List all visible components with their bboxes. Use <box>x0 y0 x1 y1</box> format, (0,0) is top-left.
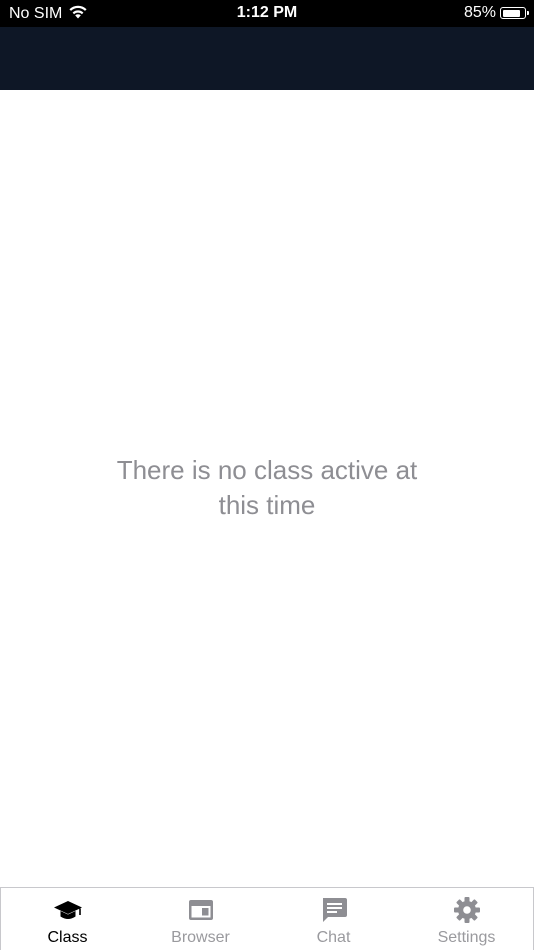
app-screen: No SIM 1:12 PM 85% There is no class act… <box>0 0 534 950</box>
tab-settings[interactable]: Settings <box>400 888 533 950</box>
tab-browser[interactable]: Browser <box>134 888 267 950</box>
graduation-cap-icon <box>53 895 83 925</box>
tab-bar: Class Browser Chat Settings <box>0 887 534 950</box>
status-time: 1:12 PM <box>236 4 298 21</box>
battery-cap <box>527 11 529 15</box>
empty-state-message: There is no class active at this time <box>116 455 418 520</box>
status-right: 85% <box>463 4 529 22</box>
chat-bubble-icon <box>319 895 349 925</box>
tab-settings-label: Settings <box>437 929 496 946</box>
tab-browser-label: Browser <box>171 929 230 946</box>
status-bar: No SIM 1:12 PM 85% <box>0 0 534 27</box>
tab-chat[interactable]: Chat <box>267 888 400 950</box>
battery-percent: 85% <box>463 4 496 21</box>
battery-icon <box>500 7 529 19</box>
gear-icon <box>452 895 482 925</box>
battery-fill <box>502 9 520 17</box>
browser-window-icon <box>186 895 216 925</box>
tab-class[interactable]: Class <box>1 888 134 950</box>
tab-class-label: Class <box>47 929 88 946</box>
tab-chat-label: Chat <box>316 929 351 946</box>
app-header <box>0 27 534 90</box>
